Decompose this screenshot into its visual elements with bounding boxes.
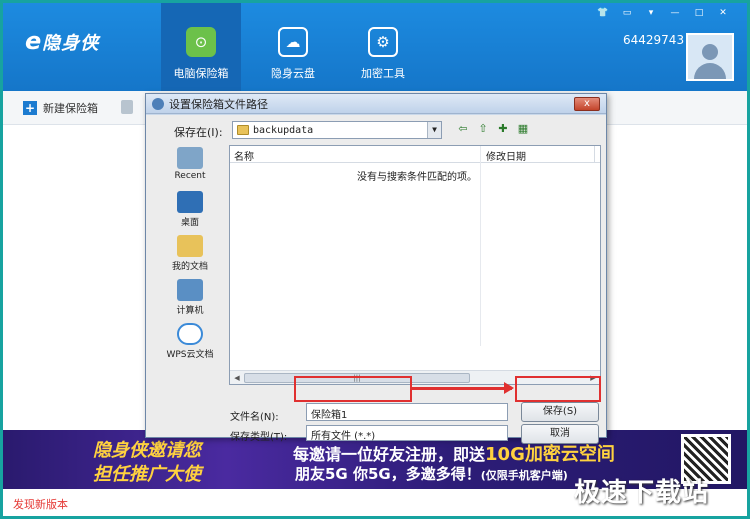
empty-message: 没有与搜索条件匹配的项。	[357, 172, 477, 183]
filetype-label: 保存类型(T):	[230, 432, 288, 443]
chevron-down-icon[interactable]: ▼	[427, 122, 441, 138]
avatar[interactable]	[686, 33, 734, 81]
filename-label: 文件名(N):	[230, 412, 279, 423]
watermark: 极速下载站	[574, 478, 710, 508]
back-icon[interactable]: ⇦	[456, 122, 470, 136]
cancel-button[interactable]: 取消	[521, 424, 599, 444]
tools-icon: ⚙	[368, 27, 398, 57]
cloud-icon: ☁	[278, 27, 308, 57]
message-icon[interactable]: ▭	[617, 7, 637, 19]
recent-icon	[177, 147, 203, 169]
tab-computer-vault[interactable]: ⊙ 电脑保险箱	[161, 3, 241, 91]
close-icon[interactable]: ✕	[713, 7, 733, 19]
tab-label: 电脑保险箱	[173, 67, 229, 80]
save-in-label: 保存在(I):	[174, 126, 223, 139]
tab-cloud-disk[interactable]: ☁ 隐身云盘	[253, 3, 333, 91]
place-computer[interactable]: 计算机	[162, 279, 218, 321]
place-documents[interactable]: 我的文档	[162, 235, 218, 277]
shirt-icon[interactable]: 👕	[593, 7, 613, 19]
dialog-app-icon	[152, 97, 164, 110]
place-recent[interactable]: Recent	[162, 147, 218, 189]
app-logo: e隐身侠	[25, 27, 100, 55]
wps-cloud-icon	[177, 323, 203, 345]
update-notice[interactable]: 发现新版本	[13, 496, 68, 512]
banner-line-2: 朋友5G 你5G，多邀多得！(仅限手机客户端)	[295, 465, 568, 483]
file-list[interactable]: 名称 修改日期 没有与搜索条件匹配的项。 ◀ ||| ▶	[229, 145, 601, 385]
dialog-title: 设置保险箱文件路径	[169, 97, 268, 111]
user-id: 64429743	[623, 33, 685, 47]
place-desktop[interactable]: 桌面	[162, 191, 218, 233]
maximize-icon[interactable]: □	[689, 7, 709, 19]
new-folder-icon[interactable]: ✚	[496, 122, 510, 136]
banner-slogan-1: 隐身侠邀请您	[93, 440, 201, 461]
filename-input[interactable]: 保险箱1	[306, 403, 508, 421]
folder-nav-icons: ⇦ ⇧ ✚ ▦	[456, 122, 530, 136]
save-in-value: backupdata	[253, 124, 314, 136]
tab-label: 隐身云盘	[271, 67, 315, 80]
save-highlight-box	[515, 376, 601, 402]
tab-encrypt-tools[interactable]: ⚙ 加密工具	[343, 3, 423, 91]
menu-icon[interactable]: ▾	[641, 7, 661, 19]
save-button[interactable]: 保存(S)	[521, 402, 599, 422]
banner-slogan-2: 担任推广大使	[93, 464, 201, 485]
dialog-titlebar: 设置保险箱文件路径	[146, 94, 606, 114]
file-list-header: 名称 修改日期	[230, 146, 600, 163]
app-titlebar: e隐身侠 ⊙ 电脑保险箱 ☁ 隐身云盘 ⚙ 加密工具 👕 ▭ ▾ — □ ✕ 6…	[3, 3, 747, 91]
filetype-select[interactable]: 所有文件 (*.*)	[306, 425, 508, 442]
plus-icon: +	[23, 101, 37, 115]
column-modified-date[interactable]: 修改日期	[486, 148, 526, 163]
annotation-arrow	[412, 382, 514, 394]
window-controls: 👕 ▭ ▾ — □ ✕	[593, 7, 733, 19]
minimize-icon[interactable]: —	[665, 7, 685, 19]
tab-label: 加密工具	[361, 67, 405, 80]
dialog-close-button[interactable]: x	[574, 97, 600, 111]
safe-icon: ⊙	[186, 27, 216, 57]
computer-icon	[177, 279, 203, 301]
new-vault-button[interactable]: + 新建保险箱	[23, 100, 98, 116]
scroll-left-icon[interactable]: ◀	[232, 373, 242, 383]
documents-icon	[177, 235, 203, 257]
lock-button[interactable]	[121, 100, 133, 114]
places-bar: Recent 桌面 我的文档 计算机 WPS云文档	[162, 145, 218, 365]
lock-icon	[121, 100, 133, 114]
column-name[interactable]: 名称	[234, 148, 254, 163]
place-wps-cloud[interactable]: WPS云文档	[162, 323, 218, 365]
filename-highlight-box	[294, 376, 412, 402]
save-in-select[interactable]: backupdata ▼	[232, 121, 442, 139]
view-menu-icon[interactable]: ▦	[516, 122, 530, 136]
desktop-icon	[177, 191, 203, 213]
folder-icon	[237, 125, 249, 135]
new-vault-label: 新建保险箱	[43, 102, 98, 115]
up-folder-icon[interactable]: ⇧	[476, 122, 490, 136]
